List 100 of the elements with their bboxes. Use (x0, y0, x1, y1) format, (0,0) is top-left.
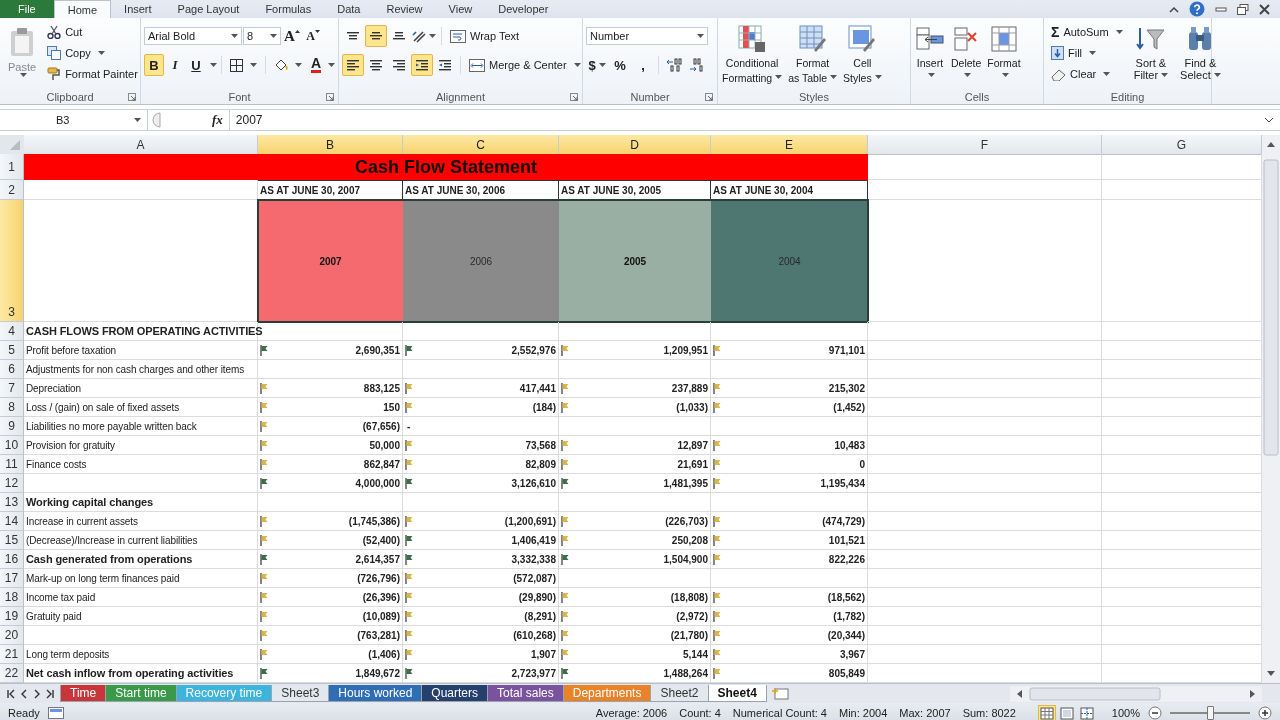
dialog-launcher-icon[interactable] (128, 93, 136, 101)
dialog-launcher-icon[interactable] (570, 93, 578, 101)
dialog-launcher-icon[interactable] (326, 93, 334, 101)
sheet-nav-icon[interactable] (32, 688, 42, 699)
table-cell[interactable]: (1,200,691) (403, 512, 559, 531)
table-cell[interactable]: (52,400) (258, 531, 403, 550)
table-cell[interactable]: 10,483 (711, 436, 868, 455)
table-cell[interactable]: (1,452) (711, 398, 868, 417)
view-button[interactable] (1057, 704, 1076, 720)
vertical-scrollbar[interactable] (1262, 135, 1280, 683)
row-header[interactable]: 11 (0, 455, 24, 474)
row-header[interactable]: 3 (0, 200, 24, 322)
row-header[interactable]: 10 (0, 436, 24, 455)
table-cell[interactable] (868, 379, 1102, 398)
table-cell[interactable] (868, 550, 1102, 569)
table-cell[interactable] (24, 180, 258, 200)
autosum-button[interactable]: Σ AutoSum (1047, 22, 1127, 42)
font-name-field[interactable]: Arial Bold (144, 27, 242, 45)
table-cell[interactable] (868, 341, 1102, 360)
table-cell[interactable]: Finance costs (24, 455, 258, 474)
table-cell[interactable]: 1,406,419 (403, 531, 559, 550)
row-header[interactable]: 7 (0, 379, 24, 398)
ribbon-tab[interactable]: Page Layout (164, 0, 253, 18)
row-header[interactable]: 8 (0, 398, 24, 417)
table-cell[interactable]: 150 (258, 398, 403, 417)
table-cell[interactable] (868, 180, 1102, 200)
copy-button[interactable]: Copy (43, 43, 142, 63)
insert-function-button[interactable]: fx (206, 110, 230, 130)
table-cell[interactable]: Adjustments for non cash charges and other items (24, 360, 258, 379)
row-header[interactable]: 17 (0, 569, 24, 588)
font-size-field[interactable]: 8 (243, 27, 281, 45)
table-cell[interactable]: 971,101 (711, 341, 868, 360)
underline-button[interactable]: U (186, 54, 206, 76)
sort-filter-button[interactable]: Sort & Filter (1128, 22, 1174, 84)
row-header[interactable]: 4 (0, 322, 24, 341)
table-cell[interactable]: 3,332,338 (403, 550, 559, 569)
zoom-in-icon[interactable] (1258, 706, 1272, 720)
comma-style-button[interactable]: , (632, 54, 654, 76)
column-header[interactable]: A (24, 135, 258, 155)
table-cell[interactable] (868, 200, 1102, 322)
table-cell[interactable]: (21,780) (559, 626, 711, 645)
restore-icon[interactable] (1237, 3, 1249, 15)
table-cell[interactable]: (8,291) (403, 607, 559, 626)
row-header[interactable]: 15 (0, 531, 24, 550)
sheet-tab[interactable]: Time (60, 685, 107, 702)
ribbon-tab[interactable]: Formulas (252, 0, 325, 18)
table-cell[interactable] (559, 360, 711, 379)
table-cell[interactable] (403, 493, 559, 512)
column-header[interactable]: G (1102, 135, 1262, 155)
sheet-nav-icon[interactable] (6, 688, 16, 699)
row-header[interactable]: 18 (0, 588, 24, 607)
horizontal-scrollbar[interactable] (1010, 685, 1262, 702)
table-cell[interactable]: (2,972) (559, 607, 711, 626)
table-cell[interactable]: Working capital changes (24, 493, 258, 512)
table-cell[interactable]: 417,441 (403, 379, 559, 398)
table-cell[interactable]: (67,656) (258, 417, 403, 436)
table-cell[interactable] (559, 569, 711, 588)
fill-button[interactable]: Fill (1047, 43, 1127, 63)
table-cell[interactable]: 2,690,351 (258, 341, 403, 360)
table-cell[interactable] (711, 417, 868, 436)
table-cell[interactable]: (26,396) (258, 588, 403, 607)
table-cell[interactable] (258, 360, 403, 379)
table-cell[interactable]: (20,344) (711, 626, 868, 645)
table-cell[interactable]: (1,033) (559, 398, 711, 417)
table-cell[interactable]: 3,967 (711, 645, 868, 664)
column-header[interactable]: B (258, 135, 403, 155)
table-cell[interactable]: (1,406) (258, 645, 403, 664)
table-cell[interactable]: (184) (403, 398, 559, 417)
table-cell[interactable] (868, 474, 1102, 493)
cells-button[interactable]: Insert (912, 22, 948, 84)
table-cell[interactable] (403, 322, 559, 341)
table-cell[interactable]: (610,268) (403, 626, 559, 645)
row-header[interactable]: 9 (0, 417, 24, 436)
table-cell[interactable] (868, 531, 1102, 550)
clear-button[interactable]: Clear (1047, 64, 1127, 84)
table-cell[interactable]: 12,897 (559, 436, 711, 455)
table-cell[interactable] (559, 322, 711, 341)
table-cell[interactable] (24, 626, 258, 645)
cells-button[interactable]: Format (984, 22, 1024, 84)
name-box[interactable]: B3 (0, 110, 148, 130)
styles-button[interactable]: Cell Styles (840, 22, 885, 87)
table-cell[interactable]: 862,847 (258, 455, 403, 474)
sheet-nav-icon[interactable] (19, 688, 29, 699)
table-cell[interactable]: 50,000 (258, 436, 403, 455)
table-cell[interactable]: 0 (711, 455, 868, 474)
ribbon-tab[interactable]: Review (373, 0, 436, 18)
align-button[interactable] (411, 54, 433, 76)
number-format-field[interactable]: Number (586, 27, 708, 45)
table-cell[interactable]: 822,226 (711, 550, 868, 569)
table-cell[interactable]: Loss / (gain) on sale of fixed assets (24, 398, 258, 417)
column-header[interactable]: F (868, 135, 1102, 155)
collapse-ribbon-icon[interactable] (1169, 5, 1179, 13)
row-header[interactable]: 2 (0, 180, 24, 200)
table-cell[interactable]: (29,890) (403, 588, 559, 607)
table-cell[interactable]: (1,782) (711, 607, 868, 626)
view-button[interactable] (1077, 704, 1096, 720)
cut-button[interactable]: Cut (43, 22, 142, 42)
row-header[interactable]: 12 (0, 474, 24, 493)
font-color-button[interactable]: A (307, 55, 340, 75)
sheet-tab[interactable]: Start time (105, 685, 177, 702)
